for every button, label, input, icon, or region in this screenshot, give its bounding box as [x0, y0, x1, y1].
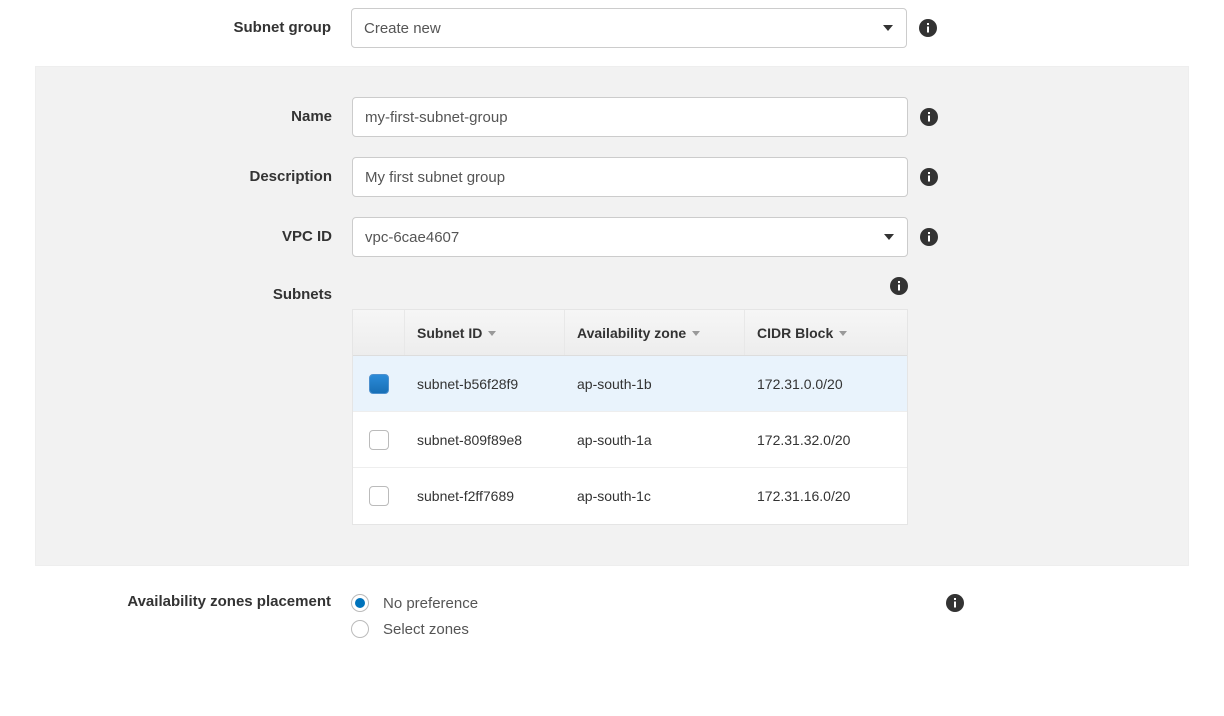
column-availability-zone[interactable]: Availability zone [565, 310, 745, 355]
radio-label: No preference [383, 595, 478, 612]
vpc-id-select[interactable]: vpc-6cae4607 [352, 217, 908, 257]
sort-caret-icon [692, 329, 700, 337]
cell-cidr-block: 172.31.16.0/20 [745, 468, 907, 524]
subnets-label: Subnets [36, 277, 352, 313]
sort-caret-icon [488, 329, 496, 337]
subnets-table: Subnet ID Availability zone [352, 309, 908, 525]
description-label: Description [36, 159, 352, 195]
name-input[interactable] [352, 97, 908, 137]
table-row[interactable]: subnet-b56f28f9ap-south-1b172.31.0.0/20 [353, 356, 907, 412]
info-icon[interactable] [919, 19, 937, 37]
cell-subnet-id: subnet-b56f28f9 [405, 356, 565, 411]
cell-subnet-id: subnet-809f89e8 [405, 412, 565, 467]
az-placement-label: Availability zones placement [35, 592, 351, 612]
info-icon[interactable] [890, 277, 908, 295]
subnet-group-label: Subnet group [35, 10, 351, 46]
info-icon[interactable] [920, 228, 938, 246]
info-icon[interactable] [920, 168, 938, 186]
column-cidr-block[interactable]: CIDR Block [745, 310, 907, 355]
chevron-down-icon [882, 22, 894, 34]
subnet-group-panel: Name Description VPC ID vpc-6cae4607 [35, 66, 1189, 566]
cell-availability-zone: ap-south-1c [565, 468, 745, 524]
table-row[interactable]: subnet-f2ff7689ap-south-1c172.31.16.0/20 [353, 468, 907, 524]
sort-caret-icon [839, 329, 847, 337]
column-subnet-id[interactable]: Subnet ID [405, 310, 565, 355]
cell-cidr-block: 172.31.32.0/20 [745, 412, 907, 467]
name-label: Name [36, 99, 352, 135]
row-checkbox[interactable] [369, 374, 389, 394]
row-checkbox[interactable] [369, 486, 389, 506]
row-checkbox[interactable] [369, 430, 389, 450]
az-placement-option[interactable]: No preference [351, 594, 478, 612]
description-input[interactable] [352, 157, 908, 197]
table-row[interactable]: subnet-809f89e8ap-south-1a172.31.32.0/20 [353, 412, 907, 468]
vpc-id-select-value: vpc-6cae4607 [365, 229, 459, 246]
radio-label: Select zones [383, 621, 469, 638]
info-icon[interactable] [946, 594, 964, 612]
info-icon[interactable] [920, 108, 938, 126]
az-placement-option[interactable]: Select zones [351, 620, 478, 638]
chevron-down-icon [883, 231, 895, 243]
cell-subnet-id: subnet-f2ff7689 [405, 468, 565, 524]
cell-availability-zone: ap-south-1a [565, 412, 745, 467]
vpc-id-label: VPC ID [36, 219, 352, 255]
cell-availability-zone: ap-south-1b [565, 356, 745, 411]
subnet-group-select[interactable]: Create new [351, 8, 907, 48]
radio-button[interactable] [351, 594, 369, 612]
subnet-group-select-value: Create new [364, 20, 441, 37]
cell-cidr-block: 172.31.0.0/20 [745, 356, 907, 411]
radio-button[interactable] [351, 620, 369, 638]
subnets-table-header: Subnet ID Availability zone [353, 310, 907, 356]
